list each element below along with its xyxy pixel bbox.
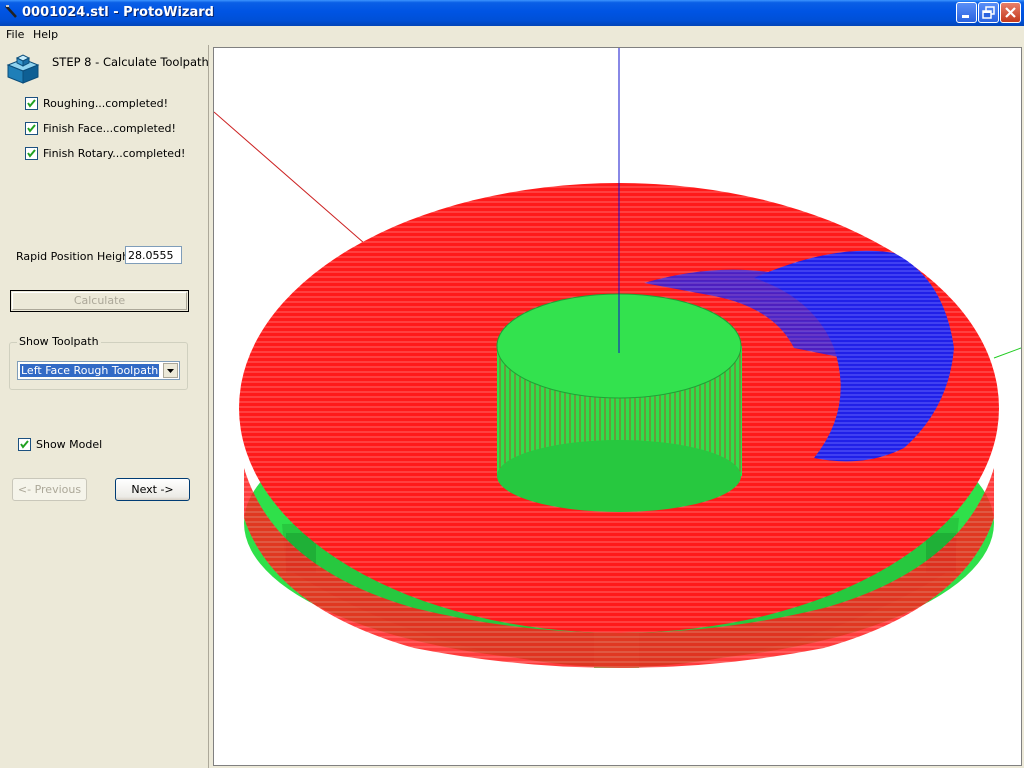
y-axis-line: [993, 347, 1021, 359]
minimize-button[interactable]: [956, 2, 977, 23]
chevron-down-icon[interactable]: [163, 363, 178, 378]
toolpath-viewport[interactable]: [213, 47, 1022, 766]
close-button[interactable]: [1000, 2, 1021, 23]
step-title: STEP 8 - Calculate Toolpath: [52, 55, 209, 69]
show-toolpath-legend: Show Toolpath: [17, 335, 101, 348]
window-title: 0001024.stl - ProtoWizard: [22, 5, 214, 20]
roughing-checkbox[interactable]: [25, 97, 38, 110]
check-icon: [27, 124, 36, 133]
show-model-label: Show Model: [36, 438, 103, 451]
check-icon: [27, 99, 36, 108]
app-icon: [3, 4, 19, 20]
previous-button[interactable]: <- Previous: [12, 478, 87, 501]
finish-rotary-checkbox[interactable]: [25, 147, 38, 160]
rapid-position-label: Rapid Position Height:: [16, 250, 138, 263]
calculate-button[interactable]: Calculate: [10, 290, 189, 312]
check-icon: [20, 440, 29, 449]
restore-icon: [982, 6, 995, 19]
show-model-checkbox[interactable]: [18, 438, 31, 451]
next-button[interactable]: Next ->: [115, 478, 190, 501]
menu-file[interactable]: File: [3, 28, 27, 41]
finish-face-label: Finish Face...completed!: [43, 122, 176, 135]
finish-face-checkbox[interactable]: [25, 122, 38, 135]
finish-rotary-label: Finish Rotary...completed!: [43, 147, 186, 160]
restore-button[interactable]: [978, 2, 999, 23]
rapid-position-input[interactable]: [125, 246, 182, 264]
minimize-icon: [962, 15, 969, 18]
menu-bar: File Help: [0, 26, 1024, 45]
check-icon: [27, 149, 36, 158]
show-toolpath-group: Show Toolpath Left Face Rough Toolpath: [9, 335, 188, 390]
title-bar[interactable]: 0001024.stl - ProtoWizard: [0, 0, 1024, 26]
x-axis-line: [214, 111, 365, 244]
close-icon: [1005, 7, 1016, 18]
toolpath-select-value: Left Face Rough Toolpath: [18, 363, 161, 378]
menu-help[interactable]: Help: [30, 28, 61, 41]
wizard-panel: STEP 8 - Calculate Toolpath Roughing...c…: [0, 45, 209, 768]
toolpath-select[interactable]: Left Face Rough Toolpath: [17, 361, 180, 380]
roughing-label: Roughing...completed!: [43, 97, 169, 110]
toolpath-scene: [214, 48, 1021, 668]
step-block-icon: [6, 51, 40, 85]
